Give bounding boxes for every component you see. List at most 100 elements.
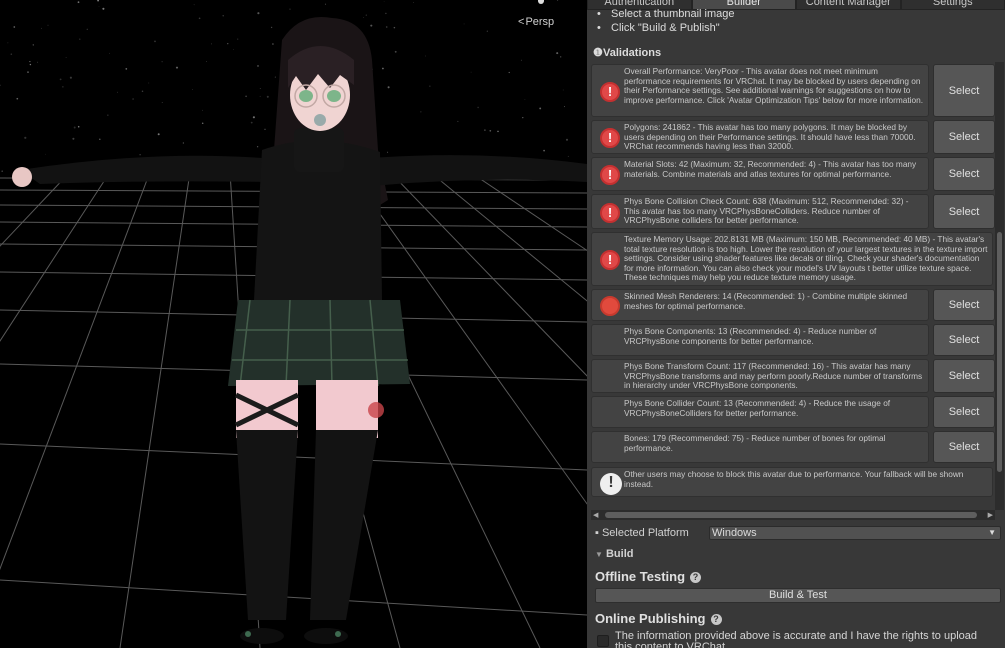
scroll-left-icon[interactable]: ◀ [593, 511, 598, 519]
star [175, 66, 179, 69]
info-icon: ❶ [593, 47, 603, 59]
selected-platform-text: Selected Platform [601, 527, 689, 539]
validation-row: Phys Bone Transform Count: 117 (Recommen… [591, 359, 995, 393]
instruction-list: Select a thumbnail image Click "Build & … [597, 8, 735, 36]
validation-message: ! Material Slots: 42 (Maximum: 32, Recomm… [591, 157, 929, 191]
select-button[interactable]: Select [933, 431, 995, 463]
star [237, 38, 239, 40]
star [107, 114, 109, 116]
star [556, 52, 559, 55]
validations-header[interactable]: ❶Validations [593, 46, 661, 59]
validation-message: Phys Bone Transform Count: 117 (Recommen… [591, 359, 929, 393]
star [266, 95, 269, 98]
star [382, 67, 384, 70]
validation-row: Skinned Mesh Renderers: 14 (Recommended:… [591, 289, 995, 321]
view-mode-label[interactable]: <Persp [518, 16, 554, 28]
star [44, 153, 46, 155]
star [394, 50, 397, 53]
error-icon: ! [600, 128, 620, 148]
star [73, 126, 76, 129]
star [29, 61, 31, 63]
star [157, 133, 160, 136]
platform-icon: ▪ [595, 527, 599, 539]
validation-text: Material Slots: 42 (Maximum: 32, Recomme… [624, 160, 917, 179]
instruction-item: Select a thumbnail image [597, 8, 735, 22]
select-button-label: Select [948, 299, 980, 311]
star [116, 91, 119, 93]
select-button[interactable]: Select [933, 396, 995, 428]
validation-text: Texture Memory Usage: 202.8131 MB (Maxim… [624, 235, 988, 283]
star [141, 90, 144, 93]
star [324, 3, 327, 5]
star [227, 43, 229, 45]
validation-text: Other users may choose to block this ava… [624, 470, 964, 489]
star [489, 129, 492, 132]
validation-message: Bones: 179 (Recommended: 75) - Reduce nu… [591, 431, 929, 463]
select-button-label: Select [948, 441, 980, 453]
warning-icon [600, 438, 620, 458]
star [383, 1, 385, 2]
tab-settings[interactable]: Settings [900, 0, 1005, 10]
scene-view[interactable]: <Persp [0, 0, 587, 648]
star [125, 68, 128, 70]
validation-message: ! Polygons: 241862 - This avatar has too … [591, 120, 929, 154]
help-icon[interactable]: ? [690, 572, 702, 583]
online-publishing-title: Online Publishing [595, 611, 706, 626]
validations-horizontal-scrollbar[interactable]: ◀ ▶ [591, 510, 995, 520]
star [470, 71, 472, 73]
select-button[interactable]: Select [933, 157, 995, 191]
star [562, 89, 564, 91]
star [77, 1, 80, 4]
select-button[interactable]: Select [933, 120, 995, 154]
consent-checkbox[interactable] [597, 635, 609, 647]
star [161, 101, 163, 103]
scroll-right-icon[interactable]: ▶ [988, 511, 993, 519]
star [524, 99, 526, 100]
select-button-label: Select [948, 406, 980, 418]
star [59, 78, 62, 81]
validation-row: Phys Bone Collider Count: 13 (Recommende… [591, 396, 995, 428]
validation-row: ! Phys Bone Collision Check Count: 638 (M… [591, 194, 995, 229]
star [497, 130, 499, 133]
star [257, 12, 260, 15]
select-button[interactable]: Select [933, 324, 995, 356]
validations-list[interactable]: ! Overall Performance: VeryPoor - This av… [591, 62, 1004, 510]
select-button[interactable]: Select [933, 359, 995, 393]
star [192, 88, 193, 90]
scrollbar-thumb[interactable] [997, 232, 1002, 472]
select-button[interactable]: Select [933, 194, 995, 229]
select-button[interactable]: Select [933, 64, 995, 117]
star [429, 85, 431, 87]
scrollbar-thumb[interactable] [605, 512, 977, 518]
perspective-arrow-icon: < [518, 16, 525, 28]
star [508, 71, 510, 74]
help-icon[interactable]: ? [710, 614, 722, 625]
star [10, 53, 13, 55]
warning-icon [600, 403, 620, 423]
star [457, 120, 459, 122]
validation-message: Skinned Mesh Renderers: 14 (Recommended:… [591, 289, 929, 321]
star [206, 60, 207, 62]
select-button-label: Select [948, 84, 980, 97]
build-and-test-button[interactable]: Build & Test [595, 588, 1001, 603]
tab-content-manager[interactable]: Content Manager [796, 0, 901, 10]
star [47, 24, 49, 26]
validations-title: Validations [603, 47, 662, 59]
validation-text: Overall Performance: VeryPoor - This ava… [624, 67, 924, 105]
validation-message: Phys Bone Components: 13 (Recommended: 4… [591, 324, 929, 356]
collapse-triangle-icon: ▼ [595, 550, 603, 559]
select-button[interactable]: Select [933, 289, 995, 321]
star [132, 98, 134, 100]
error-icon: ! [600, 250, 620, 270]
star [72, 137, 75, 140]
select-button-label: Select [948, 370, 980, 382]
star [139, 154, 141, 156]
build-section-header[interactable]: ▼ Build [595, 548, 633, 560]
star [256, 146, 259, 148]
consent-text: The information provided above is accura… [615, 630, 978, 648]
platform-dropdown[interactable]: Windows ▼ [709, 526, 1001, 540]
validations-vertical-scrollbar[interactable] [995, 62, 1004, 510]
star [420, 111, 422, 113]
validation-message: ! Phys Bone Collision Check Count: 638 (M… [591, 194, 929, 229]
scene-viewport-graphic[interactable] [0, 0, 587, 648]
